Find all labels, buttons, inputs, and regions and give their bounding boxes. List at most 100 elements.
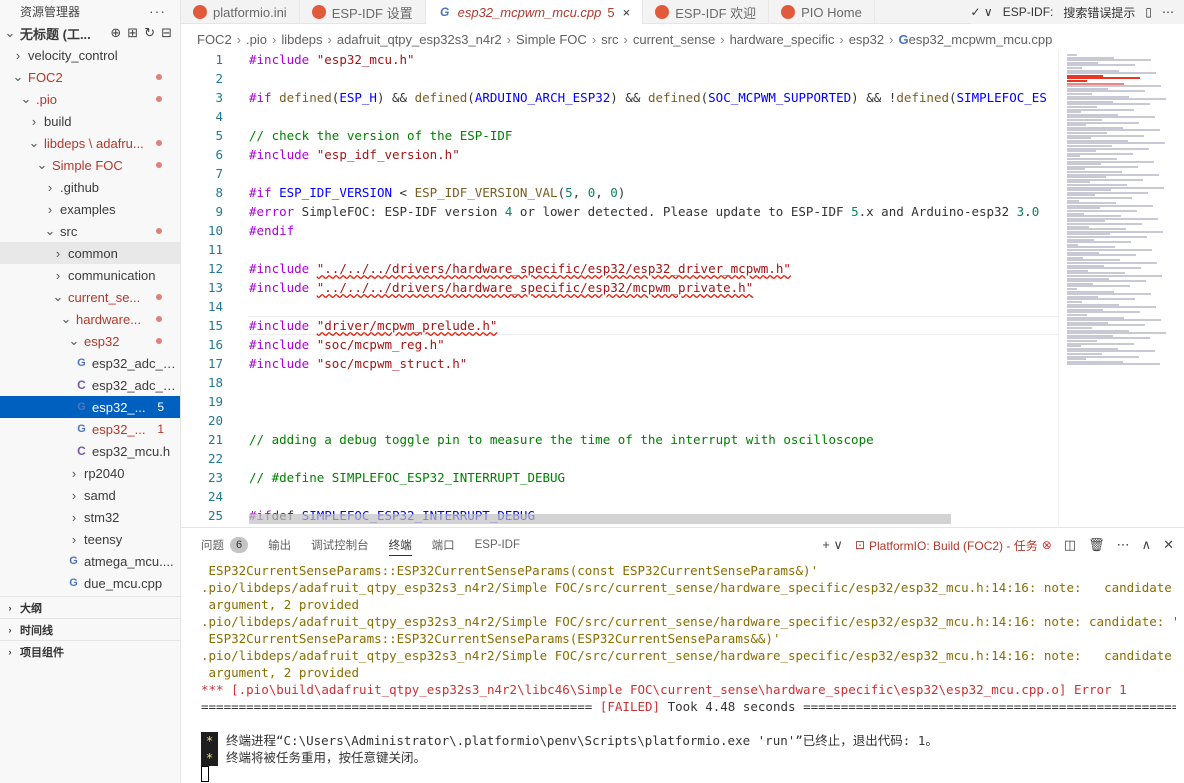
more-icon[interactable]: ⋯ — [1162, 5, 1174, 19]
tree-item[interactable]: › samd — [0, 484, 180, 506]
tree-item[interactable]: › common — [0, 242, 180, 264]
breadcrumb: FOC2 › .pio › libdeps › adafruit_qtpy_esp32s3_… — [181, 28, 1184, 50]
breadcrumb-item[interactable]: Simple FOC — [516, 32, 587, 47]
trash-icon[interactable]: 🗑 — [1088, 537, 1105, 553]
split-terminal-icon[interactable]: ◫ — [1064, 537, 1076, 553]
terminal-line: argument, 2 provided — [201, 664, 1176, 681]
tab-label: ESP-IDF 设置 — [331, 5, 413, 21]
code-line: 21 // adding a debug toggle pin to measur… — [181, 430, 1058, 449]
tree-item[interactable]: ⌄ .pio — [0, 88, 180, 110]
more-icon[interactable]: ⋯ — [1117, 537, 1130, 553]
code-editor[interactable]: 1 #include "esp32_mcu.h" 2 3 #if defined(ESP… — [181, 50, 1058, 526]
breadcrumb-item[interactable]: esp32_mcpwm_mcu.cpp — [909, 32, 1053, 47]
breadcrumb-separator: › — [506, 31, 512, 47]
tree-item[interactable]: Gdue_mcu.cpp — [0, 572, 180, 594]
tree-item[interactable]: Cesp32_adc_d... — [0, 374, 180, 396]
more-actions-icon[interactable]: ··· — [149, 3, 166, 19]
code-line: 6 #include "esp_idf_version.h" — [181, 145, 1058, 164]
breadcrumb-item[interactable]: .pio — [246, 32, 267, 47]
terminal-line-text: ========================================… — [201, 699, 1176, 714]
breadcrumb-item[interactable]: src — [601, 32, 618, 47]
tree-item[interactable]: ⌄ src — [0, 220, 180, 242]
editor-tab[interactable]: ESP-IDF 设置 — [300, 0, 426, 24]
panel-tab[interactable]: 问题 6 — [201, 528, 249, 562]
tree-item[interactable]: ⌄ 无标题 (工... ⊕ ⊞ ↻ ⊟ — [0, 22, 180, 44]
new-file-icon[interactable]: ⊕ — [110, 25, 121, 41]
breadcrumb-item[interactable]: adafruit_qtpy_esp32s3_n4r2 — [337, 32, 502, 47]
tree-item[interactable]: ⌄ current_se... — [0, 286, 180, 308]
tree-item-label: velocity_control — [28, 47, 118, 63]
tree-item[interactable]: ⌄ libdeps \ adafru... — [0, 132, 180, 154]
tree-item[interactable]: ⌄ hardware... — [0, 308, 180, 330]
tree-item-label: esp32_adc_d... — [91, 377, 180, 393]
panel-tab-label: 调试控制台 — [311, 540, 369, 552]
panel-tab[interactable]: 终端 — [388, 528, 412, 562]
breadcrumb-item[interactable]: esp32 — [849, 32, 884, 47]
tree-item-label: esp32 — [84, 333, 120, 349]
tree-item[interactable]: Gesp32_... 1 — [0, 418, 180, 440]
breadcrumb-item[interactable]: libdeps — [281, 32, 322, 47]
editor-tab[interactable]: ESP-IDF 欢迎 — [643, 0, 770, 24]
horizontal-scrollbar[interactable] — [249, 514, 951, 524]
refresh-icon[interactable]: ↻ — [144, 25, 155, 41]
tree-item[interactable]: Gesp32_adc_d... — [0, 352, 180, 374]
tree-item[interactable]: › communication — [0, 264, 180, 286]
code-line: 19 — [181, 392, 1058, 411]
tree-item[interactable]: Gesp32_... 5 — [0, 396, 180, 418]
tree-item[interactable]: › rp2040 — [0, 462, 180, 484]
tree-item[interactable]: › examples — [0, 198, 180, 220]
maximize-panel-icon[interactable]: ∧ — [1142, 537, 1152, 553]
tab-problem-count: 5 — [607, 4, 615, 20]
tree-item[interactable]: › teensy — [0, 528, 180, 550]
breadcrumb-separator: › — [889, 31, 894, 47]
editor-tab[interactable]: Gesp32_mcpwm_mcu.cpp 5 × — [425, 0, 644, 24]
code-line: 23 // #define SIMPLEFOC_ESP32_INTERRUPT_D… — [181, 468, 1058, 487]
section-label: 时间线 — [20, 624, 53, 637]
search-error-hint-button[interactable]: 搜索错误提示 — [1063, 4, 1135, 21]
tree-item[interactable]: Cesp32_mcu.h — [0, 440, 180, 462]
tree-item[interactable]: › build — [0, 110, 180, 132]
terminal-line-text: 终端进程“C:\Users\Administrator\.platformio\… — [226, 733, 938, 748]
tree-item[interactable]: › velocity_control — [0, 44, 180, 66]
line-number: 12 — [207, 261, 223, 276]
tree-item[interactable]: › stm32 — [0, 506, 180, 528]
platformio-icon — [311, 5, 326, 19]
tree-item[interactable]: ⌄ Simple FOC — [0, 154, 180, 176]
tree-item-label: hardware... — [76, 311, 142, 327]
tab-label: esp32_mcpwm_mcu.cpp — [457, 4, 602, 20]
tree-item[interactable]: ⌄ esp32 — [0, 330, 180, 352]
check-icon[interactable]: ✓ ∨ — [971, 5, 993, 19]
problem-count-badge: 5 — [157, 400, 164, 414]
breadcrumb-item[interactable]: current_sense — [633, 32, 715, 47]
terminal-line-text: *** [.pio\build\adafruit_qtpy_esp32s3_n4… — [201, 682, 1127, 697]
new-folder-icon[interactable]: ⊞ — [127, 25, 138, 41]
breadcrumb-item[interactable]: hardware_specific — [730, 32, 835, 47]
terminal-output[interactable]: ESP32CurrentSenseParams::ESP32CurrentSen… — [201, 562, 1176, 783]
panel-tab[interactable]: ESP-IDF — [475, 528, 520, 562]
breadcrumb-item[interactable]: FOC2 — [197, 32, 232, 47]
add-terminal-icon[interactable]: + ∨ — [822, 537, 843, 553]
close-panel-icon[interactable]: ✕ — [1163, 537, 1174, 553]
close-icon[interactable]: × — [623, 5, 631, 20]
editor-tab[interactable]: PIO Home — [769, 0, 875, 24]
collapse-icon[interactable]: ⊟ — [161, 25, 172, 41]
tree-item[interactable]: Gatmega_mcu.... — [0, 550, 180, 572]
panel-tab[interactable]: 调试控制台 — [311, 528, 369, 562]
line-text: // check the version of the ESP-IDF — [249, 128, 513, 143]
editor-tab[interactable]: platformio.ini — [181, 0, 300, 24]
tree-item-label: due_mcu.cpp — [84, 575, 163, 591]
task-selector[interactable]: ⊡ PlatformIO: Build (FOC2) - 任务 ⊗ — [855, 537, 1052, 554]
sidebar-section-0[interactable]: › 大纲 — [0, 596, 180, 618]
minimap[interactable] — [1058, 50, 1184, 526]
tree-item[interactable]: ⌄ FOC2 — [0, 66, 180, 88]
panel-tab[interactable]: 端口 — [432, 528, 455, 562]
chevron-down-icon: ⌄ — [52, 289, 64, 304]
tree-item[interactable]: › .github — [0, 176, 180, 198]
sidebar-section-1[interactable]: › 时间线 — [0, 618, 180, 640]
split-editor-icon[interactable]: ▯ — [1145, 5, 1152, 19]
modified-dot — [156, 338, 162, 344]
panel-tab[interactable]: 输出 — [268, 528, 291, 562]
tab-label: ESP-IDF 欢迎 — [675, 5, 757, 21]
sidebar-section-2[interactable]: › 项目组件 — [0, 640, 180, 662]
line-number: 10 — [207, 223, 223, 238]
